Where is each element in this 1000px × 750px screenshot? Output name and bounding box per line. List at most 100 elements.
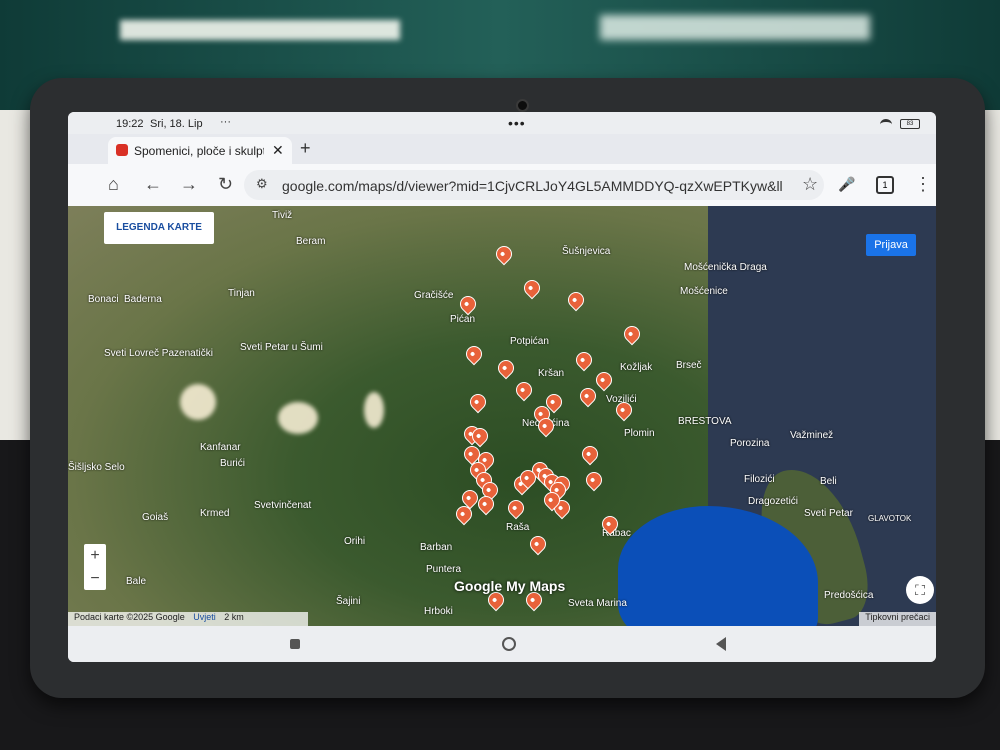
screen-glare — [364, 392, 384, 428]
place-label: Porozina — [730, 438, 770, 449]
map-marker-icon[interactable] — [572, 348, 596, 372]
android-nav-bar — [68, 626, 936, 662]
place-label: Sveti Lovreč Pazenatički — [104, 348, 213, 359]
map-marker-icon[interactable] — [620, 322, 644, 346]
place-label: Filozići — [744, 474, 775, 485]
place-label: Šišljsko Selo — [68, 462, 125, 473]
status-date: Sri, 18. Lip — [150, 118, 203, 130]
place-label: Šušnjevica — [562, 246, 611, 257]
back-icon[interactable]: ← — [144, 174, 162, 195]
place-label: Sveti Petar u Šumi — [240, 342, 323, 353]
place-label: Bale — [126, 576, 147, 587]
place-label: Važminež — [790, 430, 834, 441]
google-my-maps-logo: Google My Maps — [454, 578, 566, 594]
camera-icon — [516, 99, 529, 112]
tab-bar: Spomenici, ploče i skulpture ✕ — [68, 134, 936, 164]
place-label: Sveta Marina — [568, 598, 627, 609]
map-marker-icon[interactable] — [456, 292, 480, 316]
place-label: Tinjan — [228, 288, 255, 299]
place-label: Gračišće — [414, 290, 454, 301]
window-handle-icon[interactable]: ••• — [508, 115, 526, 131]
place-label: Orihi — [344, 536, 366, 547]
map-canvas[interactable]: Tiviž Beram Bonaci Baderna Tinjan Gračiš… — [68, 206, 936, 626]
place-label: Sveti Petar — [804, 508, 853, 519]
zoom-in-button[interactable]: + — [84, 544, 106, 567]
place-label: Predošćica — [824, 590, 874, 601]
place-label: Bonaci — [88, 294, 119, 305]
keyboard-shortcuts-link[interactable]: Tipkovni prečaci — [859, 612, 936, 626]
place-label: Mošćenička Draga — [684, 262, 767, 273]
background-light — [600, 15, 870, 40]
map-marker-icon[interactable] — [526, 532, 550, 556]
home-icon[interactable]: ⌂ — [108, 174, 119, 195]
battery-icon: 83 — [900, 119, 920, 129]
back-triangle-icon[interactable] — [716, 637, 726, 651]
place-label: Beli — [820, 476, 837, 487]
place-label: Dragozetići — [748, 496, 799, 507]
place-label: Tiviž — [272, 210, 293, 221]
place-label: GLAVOTOK — [868, 514, 912, 523]
map-marker-icon[interactable] — [512, 378, 536, 402]
terms-link[interactable]: Uvjeti — [193, 612, 216, 622]
recents-icon[interactable] — [290, 639, 300, 649]
map-marker-icon[interactable] — [504, 496, 528, 520]
place-label: Goiaš — [142, 512, 169, 523]
fullscreen-icon[interactable]: ⛶ — [906, 576, 934, 604]
screen-glare — [278, 402, 318, 434]
home-circle-icon[interactable] — [502, 637, 516, 651]
menu-icon[interactable]: ⋮ — [914, 174, 932, 195]
place-label: Kožljak — [620, 362, 653, 373]
close-tab-icon[interactable]: ✕ — [272, 142, 284, 159]
screen-glare — [180, 384, 216, 420]
map-marker-icon[interactable] — [492, 242, 516, 266]
place-label: Burići — [220, 458, 246, 469]
map-marker-icon[interactable] — [592, 368, 616, 392]
place-label: Svetvinčenat — [254, 500, 312, 511]
login-button[interactable]: Prijava — [866, 234, 916, 256]
place-label: Potpićan — [510, 336, 549, 347]
tablet-screen: 19:22 Sri, 18. Lip ··· ••• 83 Spomenici,… — [68, 112, 936, 662]
site-settings-icon[interactable]: ⚙ — [256, 176, 268, 192]
map-marker-icon[interactable] — [576, 384, 600, 408]
wifi-icon — [880, 119, 892, 130]
place-label: Kanfanar — [200, 442, 241, 453]
place-label: BRESTOVA — [678, 416, 732, 427]
new-tab-button[interactable]: + — [300, 138, 311, 159]
place-label: Krmed — [200, 508, 230, 519]
tab-count-button[interactable]: 1 — [876, 176, 894, 194]
background-light — [120, 20, 400, 40]
address-bar[interactable]: ⚙ google.com/maps/d/viewer?mid=1CjvCRLJo… — [244, 170, 824, 200]
zoom-control: + − — [84, 544, 106, 590]
url-text[interactable]: google.com/maps/d/viewer?mid=1CjvCRLJoY4… — [282, 178, 782, 194]
map-marker-icon[interactable] — [466, 390, 490, 414]
status-more-icon: ··· — [220, 116, 231, 128]
place-label: Raša — [506, 522, 530, 533]
bookmark-star-icon[interactable]: ☆ — [802, 174, 818, 195]
place-label: Hrboki — [424, 606, 453, 617]
place-label: Šajini — [336, 596, 361, 607]
map-marker-icon[interactable] — [462, 342, 486, 366]
map-marker-icon[interactable] — [564, 288, 588, 312]
place-label: Plomin — [624, 428, 655, 439]
place-label: Mošćenice — [680, 286, 728, 297]
browser-tab[interactable]: Spomenici, ploče i skulpture ✕ — [108, 137, 292, 164]
reload-icon[interactable]: ↻ — [218, 174, 233, 195]
tab-title: Spomenici, ploče i skulpture — [134, 144, 264, 158]
map-marker-icon[interactable] — [582, 468, 606, 492]
map-marker-icon[interactable] — [494, 356, 518, 380]
forward-icon[interactable]: → — [180, 174, 198, 195]
place-label: Baderna — [124, 294, 162, 305]
status-time: 19:22 — [116, 118, 144, 130]
status-bar: 19:22 Sri, 18. Lip ··· ••• 83 — [68, 112, 936, 134]
map-marker-icon[interactable] — [578, 442, 602, 466]
place-label: Pićan — [450, 314, 476, 325]
map-marker-icon[interactable] — [520, 276, 544, 300]
map-attribution: Podaci karte ©2025 Google Uvjeti 2 km — [68, 612, 308, 626]
place-label: Beram — [296, 236, 326, 247]
place-label: Barban — [420, 542, 453, 553]
microphone-icon[interactable]: 🎤 — [838, 176, 855, 193]
browser-toolbar: ⌂ ← → ↻ ⚙ google.com/maps/d/viewer?mid=1… — [68, 164, 936, 207]
map-legend-button[interactable]: LEGENDA KARTE — [104, 212, 214, 244]
zoom-out-button[interactable]: − — [84, 567, 106, 590]
attribution-text: Podaci karte ©2025 Google — [74, 612, 185, 622]
